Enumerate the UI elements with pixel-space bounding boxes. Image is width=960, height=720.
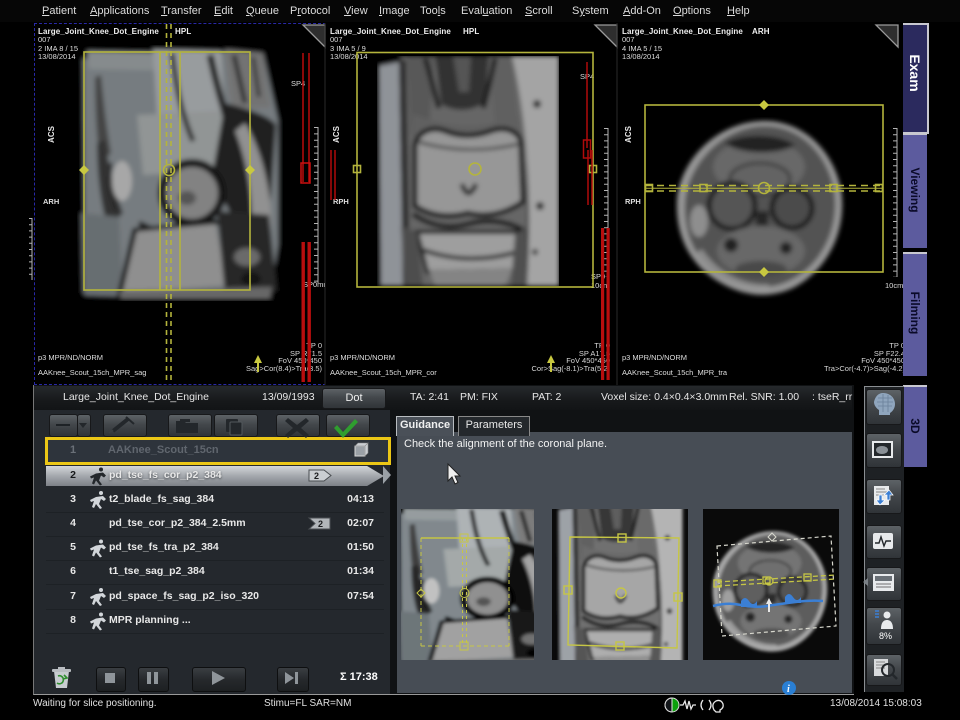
svg-text:i: i bbox=[787, 684, 790, 695]
svg-text:2: 2 bbox=[318, 519, 323, 529]
svg-text:2: 2 bbox=[314, 471, 319, 481]
svg-text:8%: 8% bbox=[879, 631, 892, 641]
